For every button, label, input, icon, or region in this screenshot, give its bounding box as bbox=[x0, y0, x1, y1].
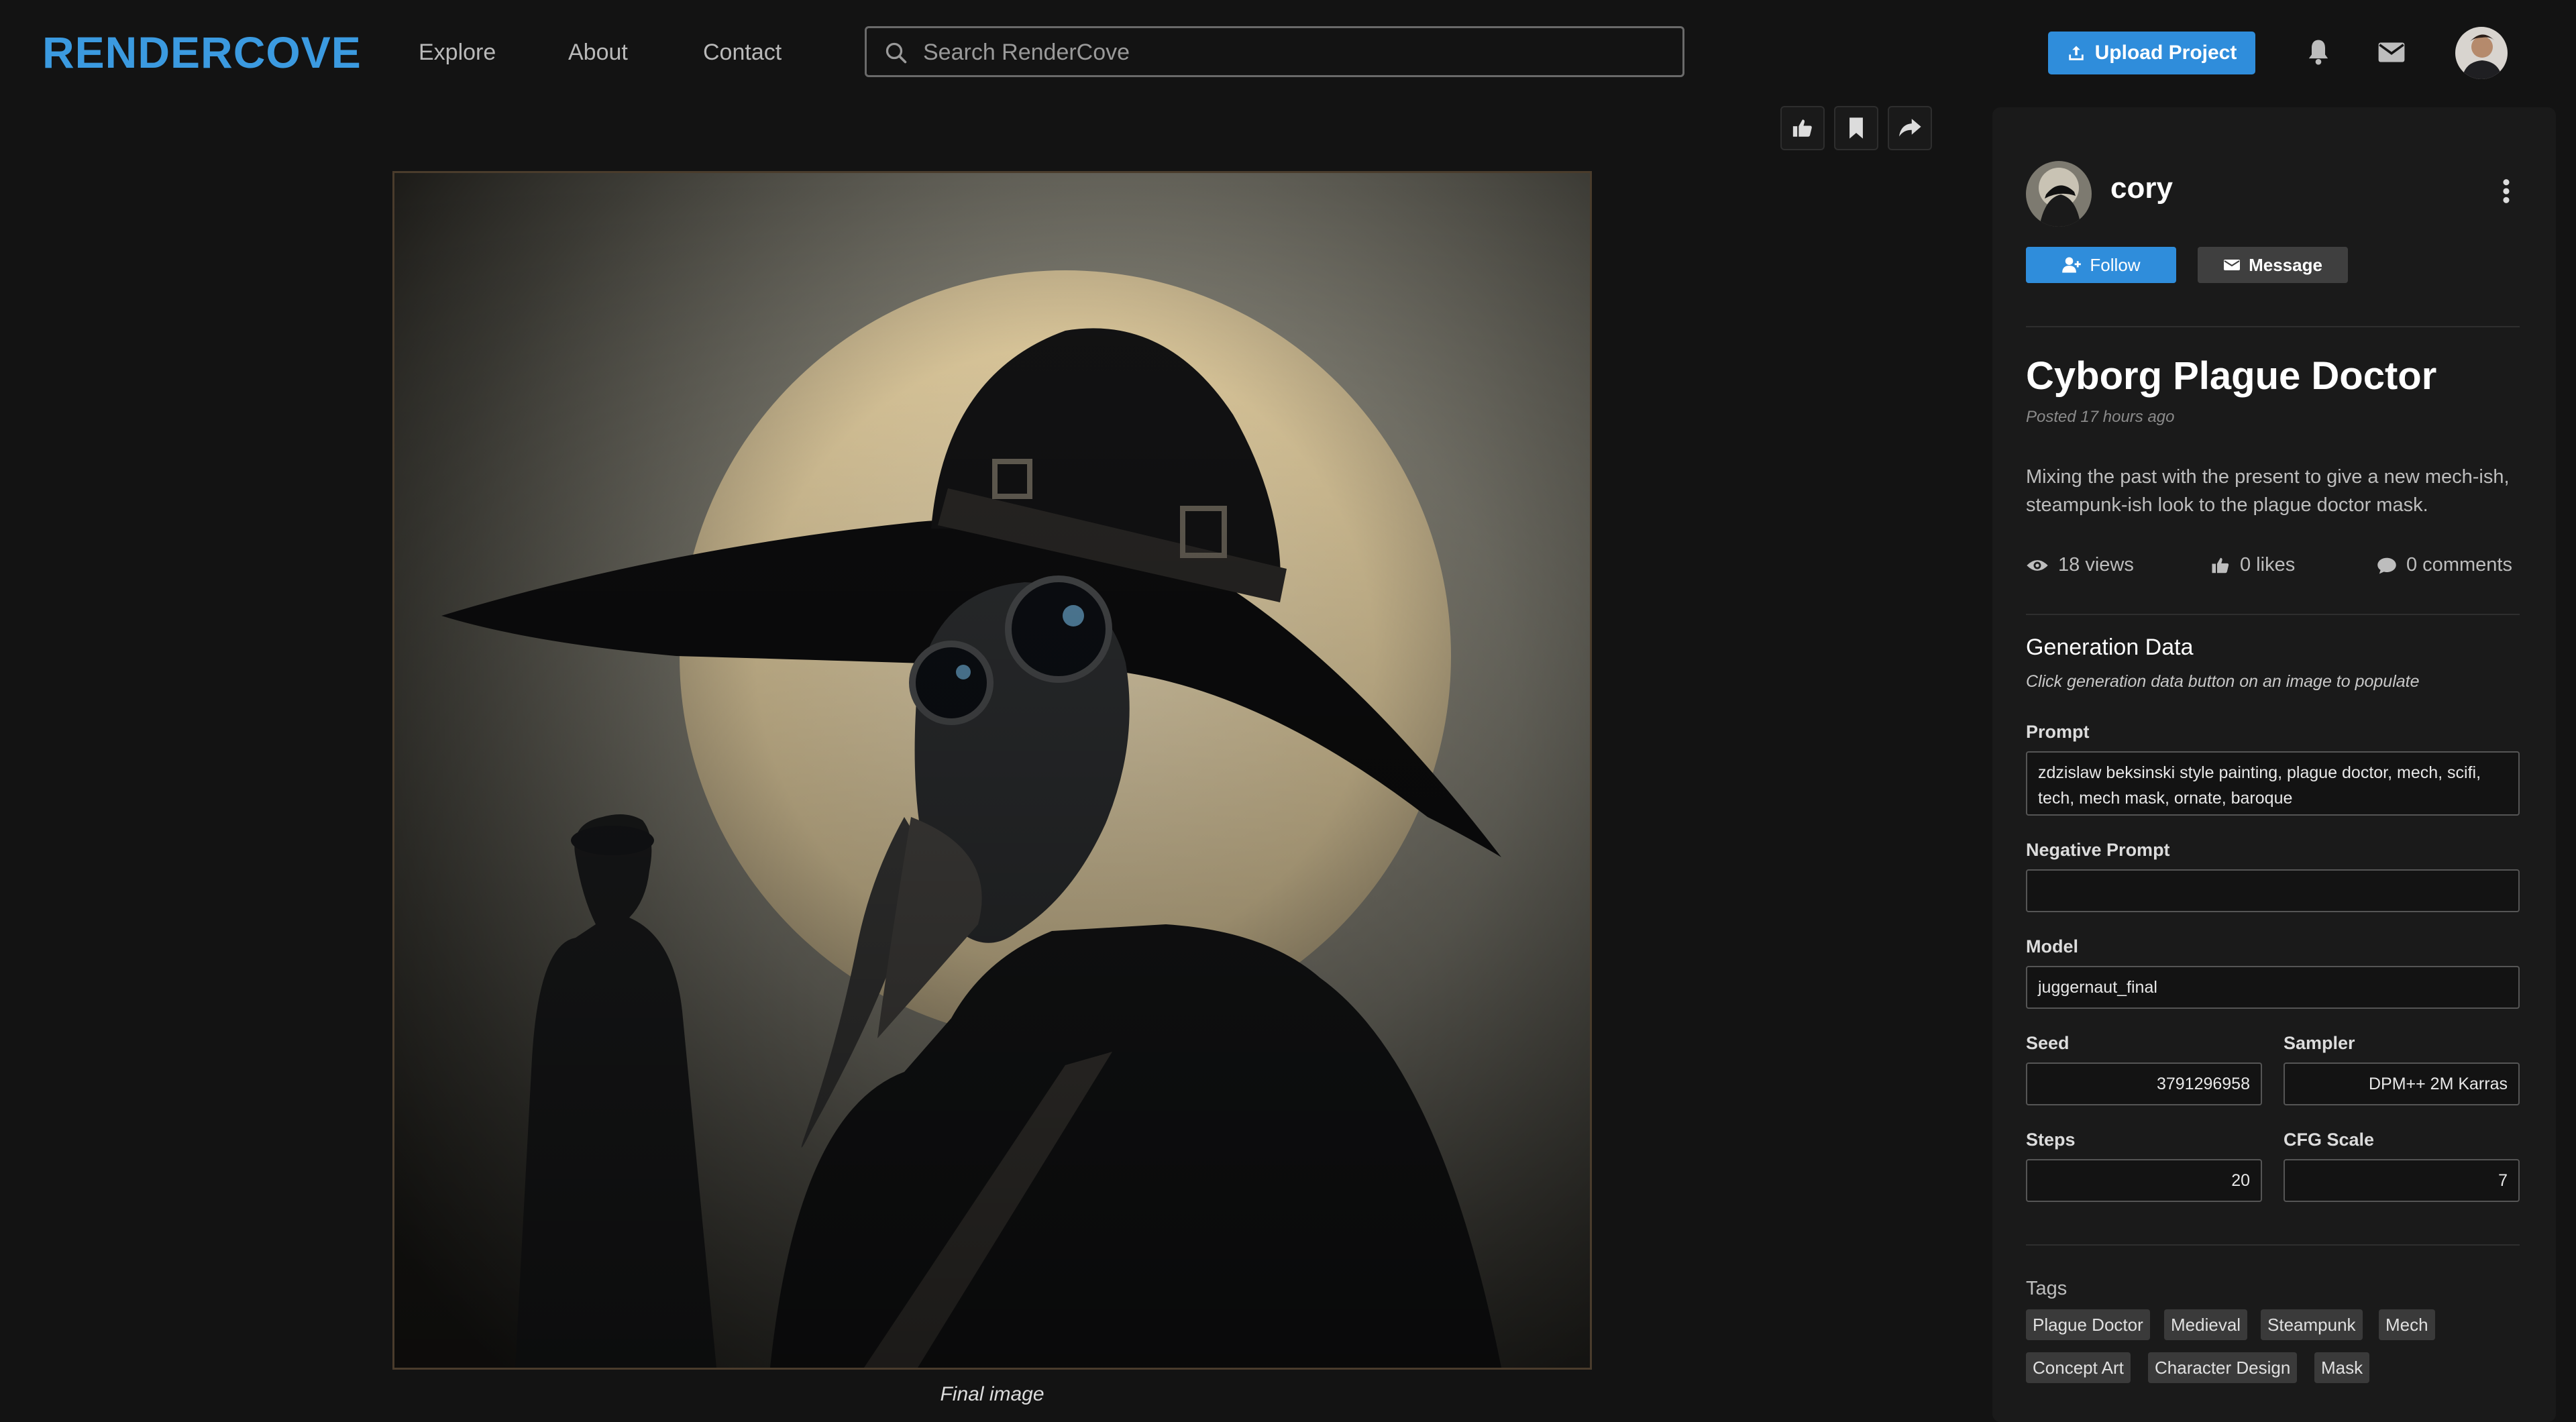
divider bbox=[2026, 1244, 2520, 1246]
generation-data-hint: Click generation data button on an image… bbox=[2026, 672, 2420, 691]
site-logo[interactable]: RENDERCOVE bbox=[42, 25, 362, 79]
search-box[interactable] bbox=[865, 26, 1684, 77]
follow-button[interactable]: Follow bbox=[2026, 247, 2176, 283]
posted-time: Posted 17 hours ago bbox=[2026, 408, 2175, 426]
tag-plague-doctor[interactable]: Plague Doctor bbox=[2026, 1309, 2150, 1340]
nav-about[interactable]: About bbox=[568, 39, 628, 66]
project-artwork[interactable] bbox=[392, 171, 1592, 1370]
tag-mask[interactable]: Mask bbox=[2314, 1352, 2370, 1383]
bell-icon bbox=[2308, 40, 2328, 65]
bookmark-button[interactable] bbox=[1834, 106, 1878, 150]
cfg-scale-value: 7 bbox=[2498, 1170, 2508, 1190]
prompt-field[interactable]: zdzislaw beksinski style painting, plagu… bbox=[2026, 751, 2520, 816]
tag-mech[interactable]: Mech bbox=[2379, 1309, 2435, 1340]
like-button[interactable] bbox=[1780, 106, 1825, 150]
search-input[interactable] bbox=[922, 34, 1662, 71]
steps-field[interactable]: 20 bbox=[2026, 1159, 2262, 1202]
search-icon bbox=[885, 42, 907, 64]
comments-count: 0 comments bbox=[2406, 554, 2512, 576]
message-button[interactable]: Message bbox=[2198, 247, 2348, 283]
likes-count: 0 likes bbox=[2240, 554, 2296, 576]
nav-explore[interactable]: Explore bbox=[419, 39, 496, 66]
comment-icon bbox=[2377, 557, 2396, 573]
steps-value: 20 bbox=[2231, 1170, 2250, 1190]
messages-button[interactable] bbox=[2377, 40, 2406, 68]
model-value: juggernaut_final bbox=[2038, 977, 2157, 997]
thumbs-up-icon bbox=[2212, 557, 2229, 573]
prompt-value: zdzislaw beksinski style painting, plagu… bbox=[2038, 763, 2481, 808]
image-caption: Final image bbox=[940, 1383, 1044, 1405]
cfg-scale-field[interactable]: 7 bbox=[2284, 1159, 2520, 1202]
seed-value: 3791296958 bbox=[2156, 1074, 2250, 1093]
model-field[interactable]: juggernaut_final bbox=[2026, 966, 2520, 1009]
nav-contact[interactable]: Contact bbox=[703, 39, 782, 66]
tag-character-design[interactable]: Character Design bbox=[2148, 1352, 2298, 1383]
comments-stat: 0 comments bbox=[2377, 554, 2512, 576]
cfg-scale-label: CFG Scale bbox=[2284, 1130, 2375, 1150]
upload-icon bbox=[2068, 46, 2084, 60]
tag-steampunk[interactable]: Steampunk bbox=[2261, 1309, 2363, 1340]
user-plus-icon bbox=[2062, 257, 2082, 273]
generation-data-heading: Generation Data bbox=[2026, 635, 2194, 660]
notifications-button[interactable] bbox=[2305, 38, 2332, 70]
model-label: Model bbox=[2026, 936, 2078, 956]
eye-icon bbox=[2027, 559, 2048, 571]
sampler-field[interactable]: DPM++ 2M Karras bbox=[2284, 1062, 2520, 1105]
tag-medieval[interactable]: Medieval bbox=[2164, 1309, 2248, 1340]
more-options-button[interactable] bbox=[2502, 178, 2510, 207]
seed-label: Seed bbox=[2026, 1033, 2070, 1053]
tags-label: Tags bbox=[2026, 1278, 2068, 1299]
kebab-icon bbox=[2503, 179, 2510, 203]
sampler-value: DPM++ 2M Karras bbox=[2368, 1074, 2508, 1093]
upload-project-button[interactable]: Upload Project bbox=[2048, 32, 2255, 74]
user-avatar[interactable] bbox=[2455, 27, 2508, 79]
mail-icon bbox=[2378, 42, 2405, 62]
project-title: Cyborg Plague Doctor bbox=[2026, 354, 2437, 398]
sampler-label: Sampler bbox=[2284, 1033, 2355, 1053]
author-avatar[interactable] bbox=[2026, 161, 2092, 227]
divider bbox=[2026, 614, 2520, 615]
steps-label: Steps bbox=[2026, 1130, 2076, 1150]
project-description: Mixing the past with the present to give… bbox=[2026, 466, 2510, 516]
author-name[interactable]: cory bbox=[2110, 172, 2173, 205]
views-stat: 18 views bbox=[2026, 554, 2134, 576]
envelope-icon bbox=[2224, 260, 2241, 270]
negative-prompt-field[interactable] bbox=[2026, 869, 2520, 912]
top-header: RENDERCOVE Explore About Contact Upload … bbox=[0, 0, 2576, 106]
prompt-label: Prompt bbox=[2026, 722, 2090, 742]
plague-doctor-painting bbox=[394, 173, 1590, 1368]
thumbs-up-icon bbox=[1792, 119, 1812, 137]
seed-field[interactable]: 3791296958 bbox=[2026, 1062, 2262, 1105]
project-sidebar: cory Follow Message Cyborg Plague Doctor… bbox=[1992, 107, 2556, 1422]
likes-stat: 0 likes bbox=[2210, 554, 2295, 576]
follow-label: Follow bbox=[2090, 254, 2141, 275]
divider bbox=[2026, 326, 2520, 327]
message-label: Message bbox=[2249, 254, 2322, 275]
negative-prompt-label: Negative Prompt bbox=[2026, 840, 2170, 860]
upload-label: Upload Project bbox=[2094, 42, 2237, 64]
share-icon bbox=[1899, 119, 1921, 137]
tag-concept-art[interactable]: Concept Art bbox=[2026, 1352, 2131, 1383]
bookmark-icon bbox=[1849, 117, 1863, 139]
views-count: 18 views bbox=[2058, 554, 2134, 576]
share-button[interactable] bbox=[1888, 106, 1932, 150]
